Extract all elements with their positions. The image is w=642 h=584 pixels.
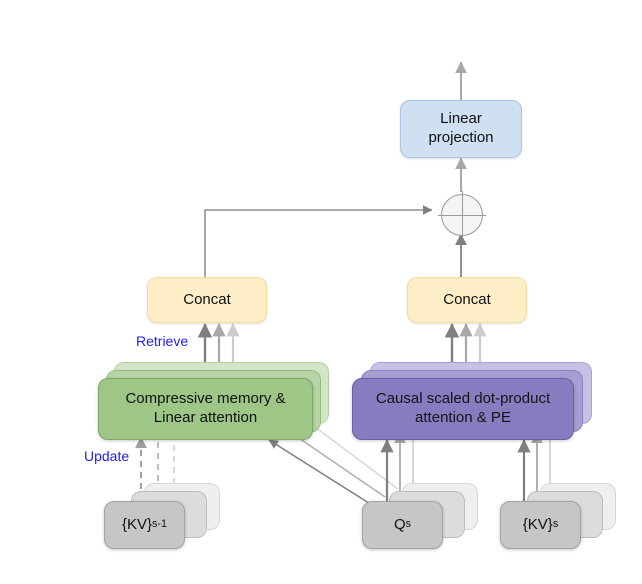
plus-vertical-bar: [461, 191, 463, 239]
update-label: Update: [84, 448, 130, 464]
kv-cur-block[interactable]: {KV} s: [500, 501, 581, 549]
concat-right-block[interactable]: Concat: [407, 277, 527, 323]
attention-block-line2: attention & PE: [415, 409, 511, 426]
attention-block[interactable]: Causal scaled dot-product attention & PE: [352, 378, 574, 440]
kv-cur-subscript: s: [552, 518, 559, 531]
attention-block-line1: Causal scaled dot-product: [375, 390, 551, 408]
memory-block-line2: Linear attention: [153, 409, 258, 426]
kv-prev-block[interactable]: {KV} s-1: [104, 501, 185, 549]
retrieve-label: Retrieve: [136, 333, 189, 349]
concat-right-label: Concat: [443, 290, 491, 308]
wire-concat-left-to-adder: [204, 205, 433, 277]
kv-cur-base: {KV}: [522, 515, 553, 533]
memory-block[interactable]: Compressive memory & Linear attention: [98, 378, 313, 440]
kv-prev-base: {KV}: [121, 515, 153, 533]
linear-projection-block[interactable]: Linear projection: [400, 100, 522, 158]
linear-projection-line1: Linear: [440, 110, 482, 128]
concat-left-label: Concat: [183, 290, 231, 308]
kv-prev-subscript: s-1: [152, 518, 168, 531]
query-base: Q: [393, 515, 406, 533]
linear-projection-line2: projection: [428, 129, 494, 146]
memory-block-line1: Compressive memory &: [125, 390, 286, 408]
sum-operator-icon[interactable]: [438, 191, 486, 239]
concat-left-block[interactable]: Concat: [147, 277, 267, 323]
query-block[interactable]: Qs: [362, 501, 443, 549]
query-subscript: s: [405, 518, 412, 531]
diagram-canvas: Linear projection Concat Concat Retrieve…: [0, 0, 642, 584]
